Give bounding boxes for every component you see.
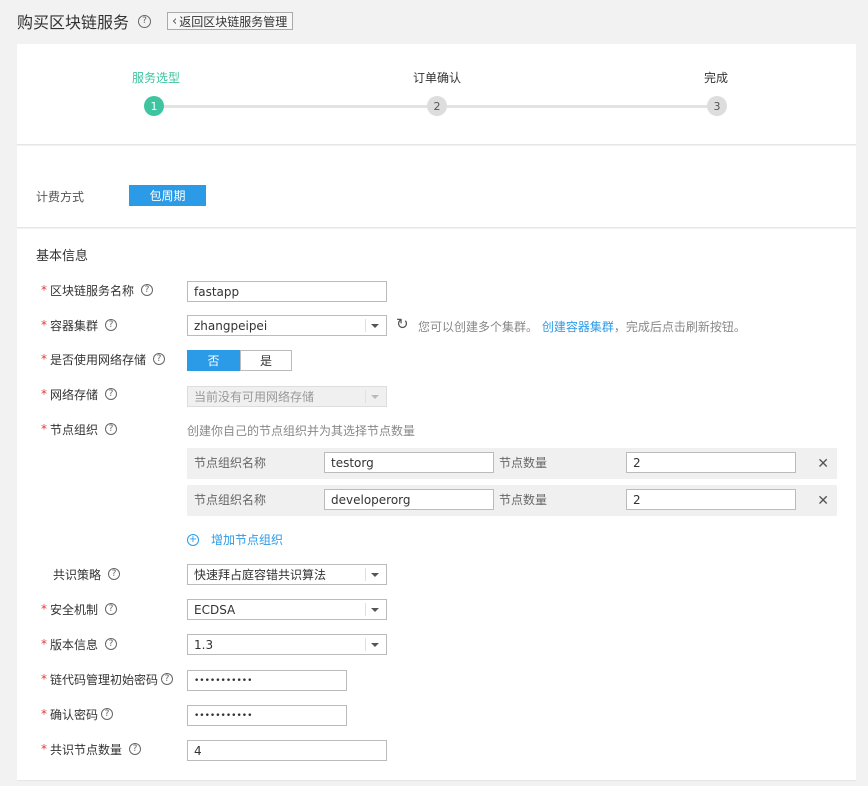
section-title: 基本信息 — [36, 249, 89, 264]
caret-down-icon — [371, 643, 379, 647]
billing-panel: 计费方式 包周期 — [17, 146, 856, 228]
consensus-select[interactable]: 快速拜占庭容错共识算法 — [187, 564, 387, 585]
step-line — [154, 105, 437, 108]
back-button[interactable]: ‹ 返回区块链服务管理 — [167, 12, 294, 30]
storage-label: * 网络存储 ? — [41, 384, 118, 404]
node-org-hint: 创建你自己的节点组织并为其选择节点数量 — [187, 424, 416, 438]
storage-select: 当前没有可用网络存储 — [187, 386, 387, 407]
node-org-name-label: 节点组织名称 — [194, 493, 267, 507]
step-label-2: 订单确认 — [412, 71, 462, 85]
cluster-select[interactable]: zhangpeipei — [187, 315, 387, 336]
step-dot-2: 2 — [427, 96, 447, 116]
cluster-label: * 容器集群 ? — [41, 315, 118, 335]
node-org-label: * 节点组织 ? — [41, 419, 118, 439]
node-org-name-input[interactable]: developerorg — [324, 489, 494, 510]
steps-panel: 服务选型 订单确认 完成 1 2 3 — [17, 44, 856, 145]
close-icon[interactable]: ✕ — [817, 493, 829, 509]
node-count-input[interactable]: 2 — [626, 452, 796, 473]
confirm-password-label: * 确认密码 ? — [41, 704, 114, 724]
help-icon[interactable]: ? — [105, 638, 118, 650]
help-icon[interactable]: ? — [138, 14, 152, 28]
node-org-name-label: 节点组织名称 — [194, 456, 267, 470]
caret-down-icon — [371, 573, 379, 577]
help-icon[interactable]: ? — [108, 568, 121, 580]
help-icon[interactable]: ? — [101, 708, 114, 720]
version-select[interactable]: 1.3 — [187, 634, 387, 655]
node-org-row: 节点组织名称 testorg 节点数量 2 ✕ — [187, 448, 837, 479]
help-icon[interactable]: ? — [105, 603, 118, 615]
caret-down-icon — [371, 324, 379, 328]
page-title: 购买区块链服务 — [17, 13, 130, 32]
security-label: * 安全机制 ? — [41, 599, 118, 619]
help-icon[interactable]: ? — [161, 673, 174, 685]
cluster-hint: 您可以创建多个集群。 创建容器集群，完成后点击刷新按钮。 — [418, 320, 746, 334]
version-label: * 版本信息 ? — [41, 634, 118, 654]
plus-circle-icon: + — [187, 533, 199, 546]
consensus-nodes-input[interactable]: 4 — [187, 740, 387, 761]
help-icon[interactable]: ? — [153, 353, 166, 365]
help-icon[interactable]: ? — [105, 423, 118, 435]
use-storage-toggle: 否 是 — [187, 350, 292, 371]
help-icon[interactable]: ? — [129, 743, 142, 755]
help-icon[interactable]: ? — [105, 319, 118, 331]
node-count-label: 节点数量 — [499, 456, 548, 470]
page-header: 购买区块链服务 ? ‹ 返回区块链服务管理 — [17, 10, 294, 32]
step-dot-1: 1 — [144, 96, 164, 116]
refresh-icon[interactable]: ↻ — [396, 315, 409, 333]
create-cluster-link[interactable]: 创建容器集群 — [542, 320, 614, 334]
consensus-nodes-label: * 共识节点数量 ? — [41, 739, 142, 759]
confirm-password-input[interactable]: ••••••••••• — [187, 705, 347, 726]
billing-label: 计费方式 — [36, 190, 85, 204]
back-button-label: 返回区块链服务管理 — [179, 14, 288, 29]
caret-down-icon — [371, 608, 379, 612]
help-icon[interactable]: ? — [105, 388, 118, 400]
step-dot-3: 3 — [707, 96, 727, 116]
close-icon[interactable]: ✕ — [817, 456, 829, 472]
node-count-input[interactable]: 2 — [626, 489, 796, 510]
caret-down-icon — [371, 395, 379, 399]
use-storage-label: * 是否使用网络存储 ? — [41, 349, 166, 369]
storage-yes-option[interactable]: 是 — [240, 350, 292, 371]
step-label-1: 服务选型 — [131, 71, 181, 85]
step-line — [437, 105, 718, 108]
node-org-row: 节点组织名称 developerorg 节点数量 2 ✕ — [187, 485, 837, 516]
chaincode-password-label: * 链代码管理初始密码 ? — [41, 669, 174, 689]
step-label-3: 完成 — [703, 71, 729, 85]
consensus-label: 共识策略 ? — [41, 564, 121, 584]
service-name-label: * 区块链服务名称 ? — [41, 280, 154, 300]
node-count-label: 节点数量 — [499, 493, 548, 507]
chevron-left-icon: ‹ — [172, 13, 178, 29]
help-icon[interactable]: ? — [141, 284, 154, 296]
basic-info-panel: 基本信息 * 区块链服务名称 ? fastapp * 容器集群 ? zhangp… — [17, 229, 856, 781]
storage-no-option[interactable]: 否 — [187, 350, 240, 371]
add-node-org-button[interactable]: + 增加节点组织 — [187, 531, 283, 548]
node-org-name-input[interactable]: testorg — [324, 452, 494, 473]
security-select[interactable]: ECDSA — [187, 599, 387, 620]
billing-option-button[interactable]: 包周期 — [129, 185, 206, 206]
service-name-input[interactable]: fastapp — [187, 281, 387, 302]
chaincode-password-input[interactable]: ••••••••••• — [187, 670, 347, 691]
